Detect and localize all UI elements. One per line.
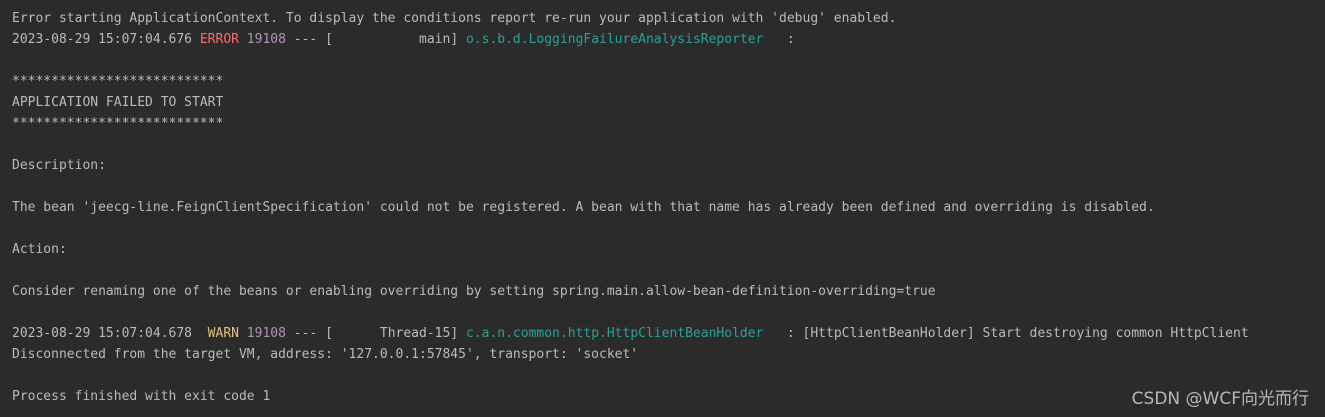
- log-thread: --- [ Thread-15]: [285, 326, 466, 341]
- console-line-app-failed: APPLICATION FAILED TO START: [12, 95, 224, 110]
- console-line-disconnected: Disconnected from the target VM, address…: [12, 347, 639, 362]
- console-line-action-text: Consider renaming one of the beans or en…: [12, 284, 936, 299]
- console-line-error-log: 2023-08-29 15:07:04.676 ERROR 19108 --- …: [12, 29, 1325, 50]
- log-logger-link[interactable]: o.s.b.d.LoggingFailureAnalysisReporter: [466, 32, 763, 47]
- console-line-action-label: Action:: [12, 242, 67, 257]
- log-pid: 19108: [238, 32, 286, 47]
- console-line-warn-log: 2023-08-29 15:07:04.678 WARN 19108 --- […: [12, 323, 1325, 344]
- console-line-description-text: The bean 'jeecg-line.FeignClientSpecific…: [12, 200, 1155, 215]
- console-output: Error starting ApplicationContext. To di…: [12, 8, 1325, 407]
- log-level-warn: WARN: [207, 326, 239, 341]
- log-timestamp: 2023-08-29 15:07:04.678: [12, 326, 208, 341]
- log-logger-link[interactable]: c.a.n.common.http.HttpClientBeanHolder: [466, 326, 763, 341]
- console-line-stars-bottom: ***************************: [12, 116, 224, 131]
- csdn-watermark: CSDN @WCF向光而行: [1131, 389, 1309, 409]
- log-message: : [HttpClientBeanHolder] Start destroyin…: [763, 326, 1249, 341]
- log-pid: 19108: [238, 326, 286, 341]
- console-line-stars-top: ***************************: [12, 74, 224, 89]
- log-level-error: ERROR: [199, 32, 239, 47]
- console-line-error-starting: Error starting ApplicationContext. To di…: [12, 11, 897, 26]
- log-message: :: [763, 32, 803, 47]
- log-thread: --- [ main]: [285, 32, 466, 47]
- console-line-process-finished: Process finished with exit code 1: [12, 389, 271, 404]
- log-timestamp: 2023-08-29 15:07:04.676: [12, 32, 200, 47]
- console-line-description-label: Description:: [12, 158, 106, 173]
